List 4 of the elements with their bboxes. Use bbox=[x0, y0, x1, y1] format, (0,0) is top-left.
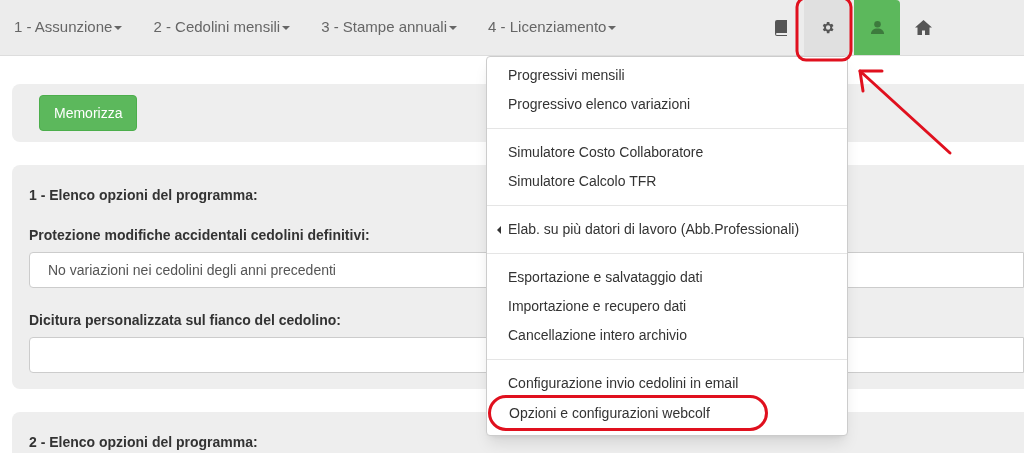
field-label: Protezione modifiche accidentali cedolini definitivi: bbox=[29, 227, 370, 243]
section-title: 1 - Elenco opzioni del programma: bbox=[29, 187, 258, 203]
field-label: Dicitura personalizzata sul fianco del cedolino: bbox=[29, 312, 341, 328]
section-title: 2 - Elenco opzioni del programma: bbox=[29, 434, 258, 450]
